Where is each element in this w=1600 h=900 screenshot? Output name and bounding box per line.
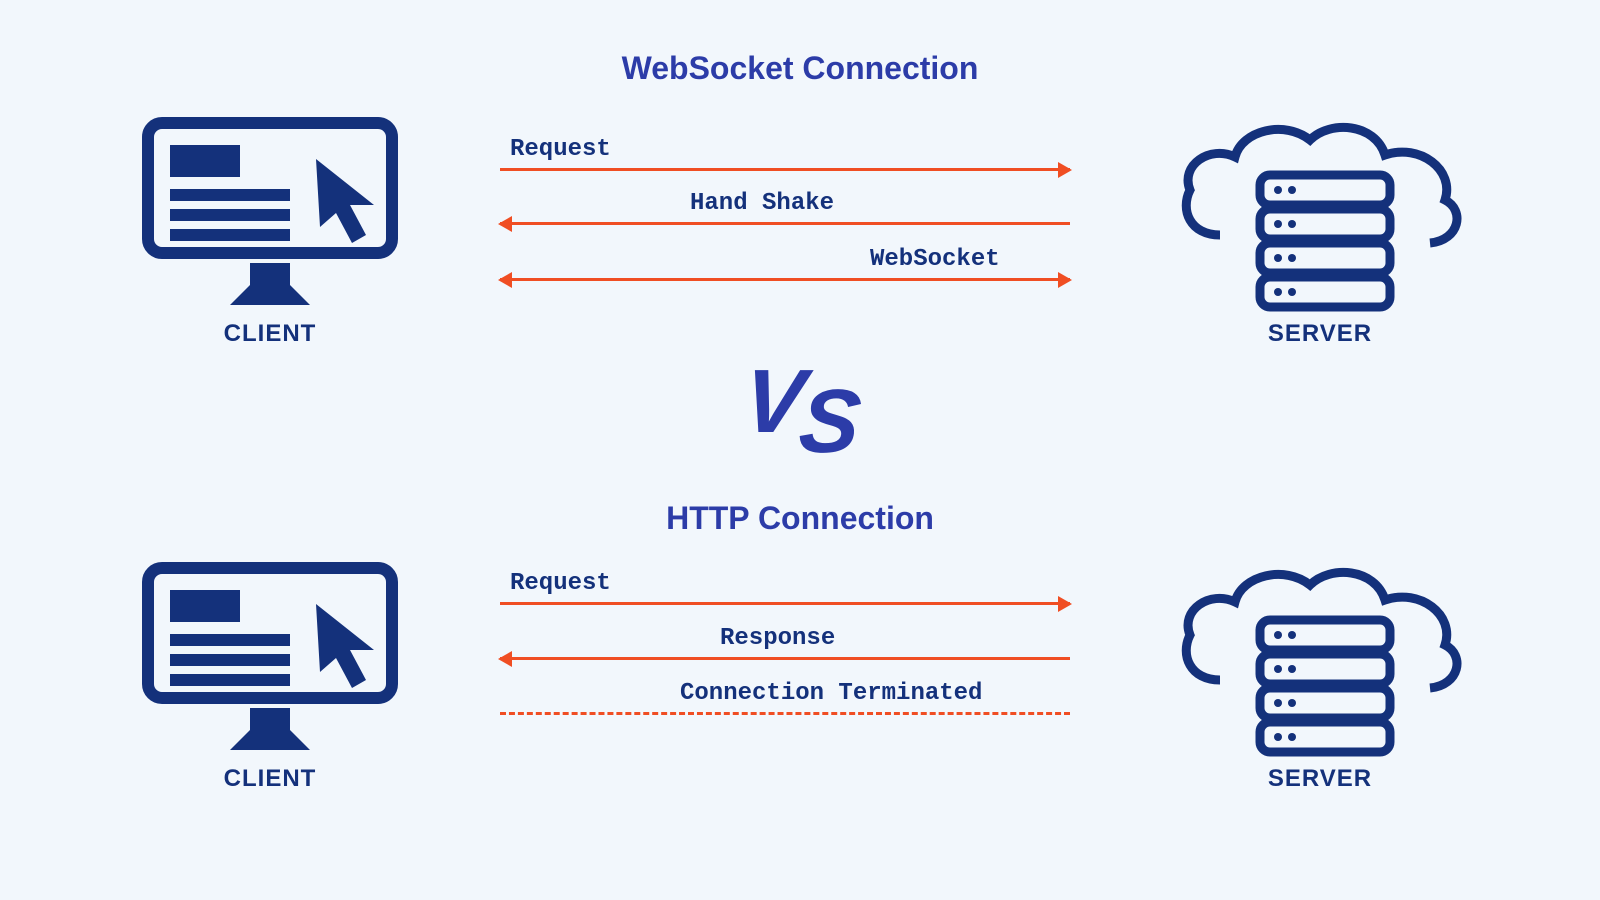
ws-arrow2-label: Hand Shake	[690, 190, 834, 217]
vs-label: VS	[744, 355, 856, 458]
http-arrow1	[500, 602, 1070, 605]
http-arrow3	[500, 712, 1070, 715]
client-label-top: CLIENT	[140, 320, 400, 348]
ws-arrow3-label: WebSocket	[870, 246, 1000, 273]
server-cloud-icon	[1170, 115, 1470, 320]
title-http: HTTP Connection	[0, 500, 1600, 537]
server-cloud-icon-bottom	[1170, 560, 1470, 765]
server-label-bottom: SERVER	[1170, 765, 1470, 793]
server-label-top: SERVER	[1170, 320, 1470, 348]
ws-arrow1	[500, 168, 1070, 171]
http-arrow2	[500, 657, 1070, 660]
client-label-bottom: CLIENT	[140, 765, 400, 793]
ws-arrow1-label: Request	[510, 136, 611, 163]
client-monitor-icon	[140, 115, 400, 315]
http-arrow2-label: Response	[720, 625, 835, 652]
http-arrow3-label: Connection Terminated	[680, 680, 982, 707]
title-websocket: WebSocket Connection	[0, 50, 1600, 87]
ws-arrow2	[500, 222, 1070, 225]
client-monitor-icon-bottom	[140, 560, 400, 760]
http-arrow1-label: Request	[510, 570, 611, 597]
ws-arrow3	[500, 278, 1070, 281]
